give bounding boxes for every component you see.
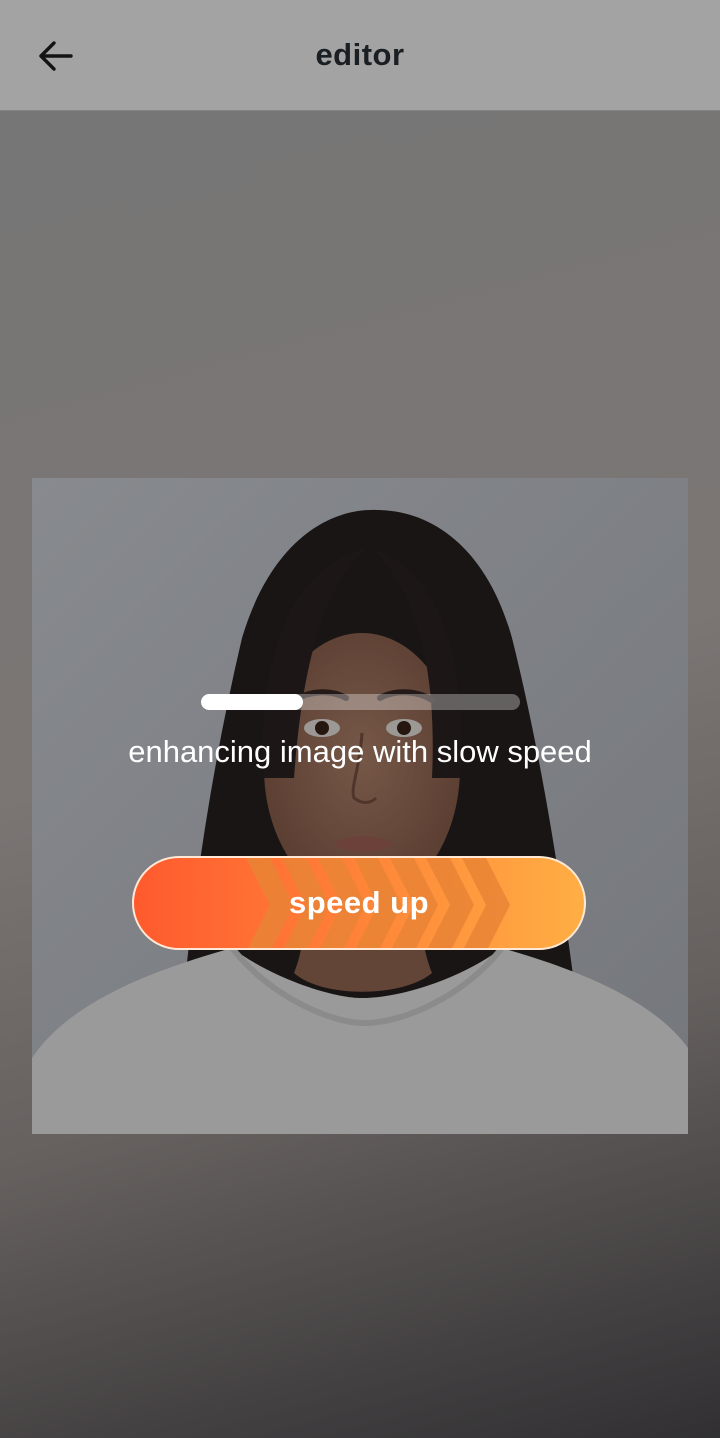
enhance-progress-bar	[201, 694, 520, 710]
speed-up-label: speed up	[288, 885, 430, 920]
speed-up-button[interactable]: speed up	[132, 856, 586, 950]
loading-overlay	[0, 0, 720, 1438]
progress-fill	[201, 694, 304, 710]
status-message: enhancing image with slow speed	[128, 734, 592, 769]
